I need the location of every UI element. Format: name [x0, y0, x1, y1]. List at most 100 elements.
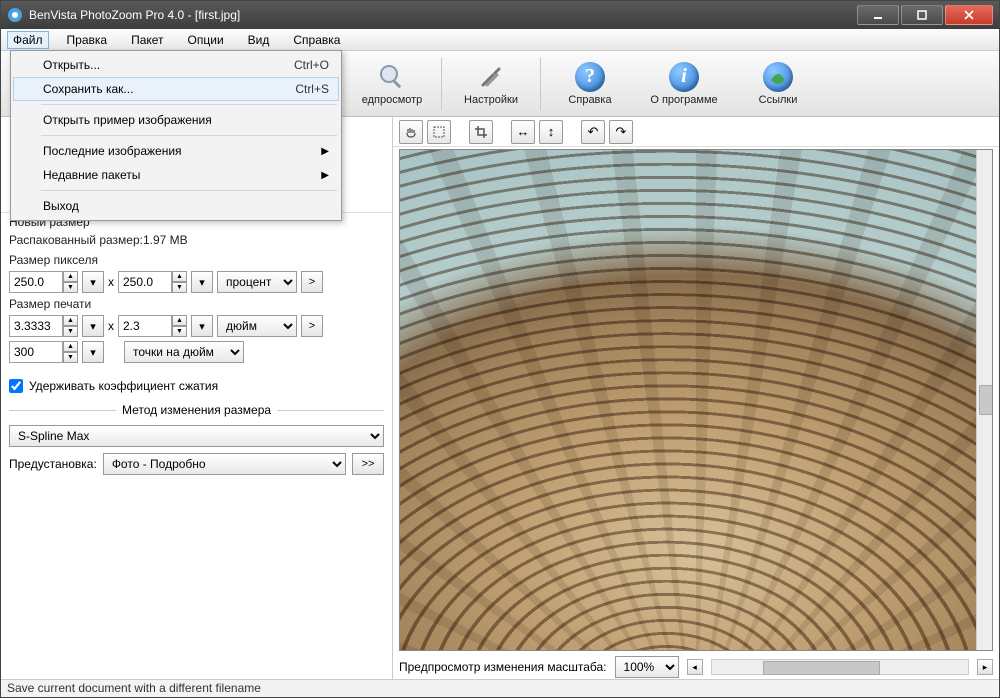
- menu-options[interactable]: Опции: [182, 31, 230, 49]
- file-recent-batches-label: Недавние пакеты: [43, 168, 140, 182]
- info-icon: i: [669, 62, 699, 92]
- dropdown-arrow-button[interactable]: ▾: [191, 315, 213, 337]
- dpi-input[interactable]: [9, 341, 63, 363]
- flip-vertical-icon[interactable]: ↕: [539, 120, 563, 144]
- submenu-arrow-icon: ▶: [321, 170, 329, 181]
- submenu-arrow-icon: ▶: [321, 146, 329, 157]
- times-label: x: [108, 319, 114, 333]
- apply-button[interactable]: >: [301, 271, 323, 293]
- file-recent-images-label: Последние изображения: [43, 144, 182, 158]
- toolbar-about[interactable]: i О программе: [637, 53, 731, 115]
- toolbar-preview[interactable]: едпросмотр: [345, 53, 439, 115]
- print-size-label: Размер печати: [9, 297, 384, 311]
- preset-label: Предустановка:: [9, 457, 97, 471]
- file-open-label: Открыть...: [43, 58, 100, 72]
- file-recent-images[interactable]: Последние изображения ▶: [13, 139, 339, 163]
- rotate-right-icon[interactable]: ↷: [609, 120, 633, 144]
- menubar: Файл Правка Пакет Опции Вид Справка: [1, 29, 999, 51]
- file-exit-label: Выход: [43, 199, 79, 213]
- menu-edit[interactable]: Правка: [61, 31, 114, 49]
- status-bar: Save current document with a different f…: [1, 679, 999, 697]
- resize-method-select[interactable]: S-Spline Max: [9, 425, 384, 447]
- crop-tool-icon[interactable]: [469, 120, 493, 144]
- times-label: x: [108, 275, 114, 289]
- keep-ratio-label: Удерживать коэффициент сжатия: [29, 379, 218, 393]
- file-exit[interactable]: Выход: [13, 194, 339, 218]
- zoom-label: Предпросмотр изменения масштаба:: [399, 660, 607, 674]
- file-save-as-shortcut: Ctrl+S: [295, 82, 329, 96]
- resize-method-header: Метод изменения размера: [122, 403, 271, 417]
- unpacked-size-label: Распакованный размер:1.97 MB: [1, 233, 392, 247]
- file-recent-batches[interactable]: Недавние пакеты ▶: [13, 163, 339, 187]
- flip-horizontal-icon[interactable]: ↔: [511, 120, 535, 144]
- dropdown-arrow-button[interactable]: ▾: [82, 315, 104, 337]
- menu-view[interactable]: Вид: [242, 31, 276, 49]
- minimize-button[interactable]: [857, 5, 899, 25]
- file-open[interactable]: Открыть... Ctrl+O: [13, 53, 339, 77]
- close-button[interactable]: [945, 5, 993, 25]
- toolbar-preview-label: едпросмотр: [362, 94, 423, 106]
- spinner[interactable]: ▲▼: [63, 271, 78, 293]
- apply-button[interactable]: >: [301, 315, 323, 337]
- help-icon: ?: [575, 62, 605, 92]
- toolbar-settings[interactable]: Настройки: [444, 53, 538, 115]
- toolbar-separator: [540, 58, 541, 110]
- file-menu-dropdown: Открыть... Ctrl+O Сохранить как... Ctrl+…: [10, 50, 342, 221]
- toolbar-help[interactable]: ? Справка: [543, 53, 637, 115]
- scroll-right-button[interactable]: ▸: [977, 659, 993, 675]
- spinner[interactable]: ▲▼: [172, 315, 187, 337]
- menu-file[interactable]: Файл: [7, 31, 49, 49]
- window-title: BenVista PhotoZoom Pro 4.0 - [first.jpg]: [29, 8, 857, 22]
- print-height-input[interactable]: [118, 315, 172, 337]
- print-width-input[interactable]: [9, 315, 63, 337]
- toolbar-links[interactable]: Ссылки: [731, 53, 825, 115]
- toolbar-help-label: Справка: [568, 94, 611, 106]
- status-text: Save current document with a different f…: [7, 681, 261, 695]
- right-panel: ↔ ↕ ↶ ↷ Предпросмотр изменения масштаба:…: [393, 117, 999, 681]
- menu-help[interactable]: Справка: [287, 31, 346, 49]
- hand-tool-icon[interactable]: [399, 120, 423, 144]
- magnifier-icon: [377, 62, 407, 92]
- pixel-width-input[interactable]: [9, 271, 63, 293]
- dpi-unit-select[interactable]: точки на дюйм: [124, 341, 244, 363]
- zoom-select[interactable]: 100%: [615, 656, 679, 678]
- spinner[interactable]: ▲▼: [63, 341, 78, 363]
- pixel-height-input[interactable]: [118, 271, 172, 293]
- spinner[interactable]: ▲▼: [172, 271, 187, 293]
- file-save-as[interactable]: Сохранить как... Ctrl+S: [13, 77, 339, 101]
- preset-more-button[interactable]: >>: [352, 453, 384, 475]
- vertical-scrollbar[interactable]: [976, 150, 992, 650]
- menu-separator: [41, 190, 337, 191]
- globe-icon: [763, 62, 793, 92]
- preview-image-content: [400, 150, 992, 650]
- rotate-left-icon[interactable]: ↶: [581, 120, 605, 144]
- file-open-sample-label: Открыть пример изображения: [43, 113, 212, 127]
- dropdown-arrow-button[interactable]: ▾: [191, 271, 213, 293]
- keep-ratio-checkbox[interactable]: [9, 379, 23, 393]
- preset-select[interactable]: Фото - Подробно: [103, 453, 346, 475]
- menu-separator: [41, 104, 337, 105]
- maximize-button[interactable]: [901, 5, 943, 25]
- toolbar-settings-label: Настройки: [464, 94, 518, 106]
- file-open-shortcut: Ctrl+O: [294, 58, 329, 72]
- wrench-icon: [476, 62, 506, 92]
- file-open-sample[interactable]: Открыть пример изображения: [13, 108, 339, 132]
- marquee-tool-icon[interactable]: [427, 120, 451, 144]
- dropdown-arrow-button[interactable]: ▾: [82, 271, 104, 293]
- dropdown-arrow-button[interactable]: ▾: [82, 341, 104, 363]
- toolbar-links-label: Ссылки: [759, 94, 798, 106]
- titlebar: BenVista PhotoZoom Pro 4.0 - [first.jpg]: [1, 1, 999, 29]
- toolbar-about-label: О программе: [650, 94, 717, 106]
- pixel-unit-select[interactable]: процент: [217, 271, 297, 293]
- file-save-as-label: Сохранить как...: [43, 82, 133, 96]
- pixel-size-label: Размер пикселя: [9, 253, 384, 267]
- menu-batch[interactable]: Пакет: [125, 31, 169, 49]
- preview-zoom-bar: Предпросмотр изменения масштаба: 100% ◂ …: [393, 653, 999, 681]
- spinner[interactable]: ▲▼: [63, 315, 78, 337]
- horizontal-scrollbar[interactable]: [711, 659, 969, 675]
- image-preview[interactable]: [399, 149, 993, 651]
- scroll-left-button[interactable]: ◂: [687, 659, 703, 675]
- preview-toolbar: ↔ ↕ ↶ ↷: [393, 117, 999, 147]
- print-unit-select[interactable]: дюйм: [217, 315, 297, 337]
- menu-separator: [41, 135, 337, 136]
